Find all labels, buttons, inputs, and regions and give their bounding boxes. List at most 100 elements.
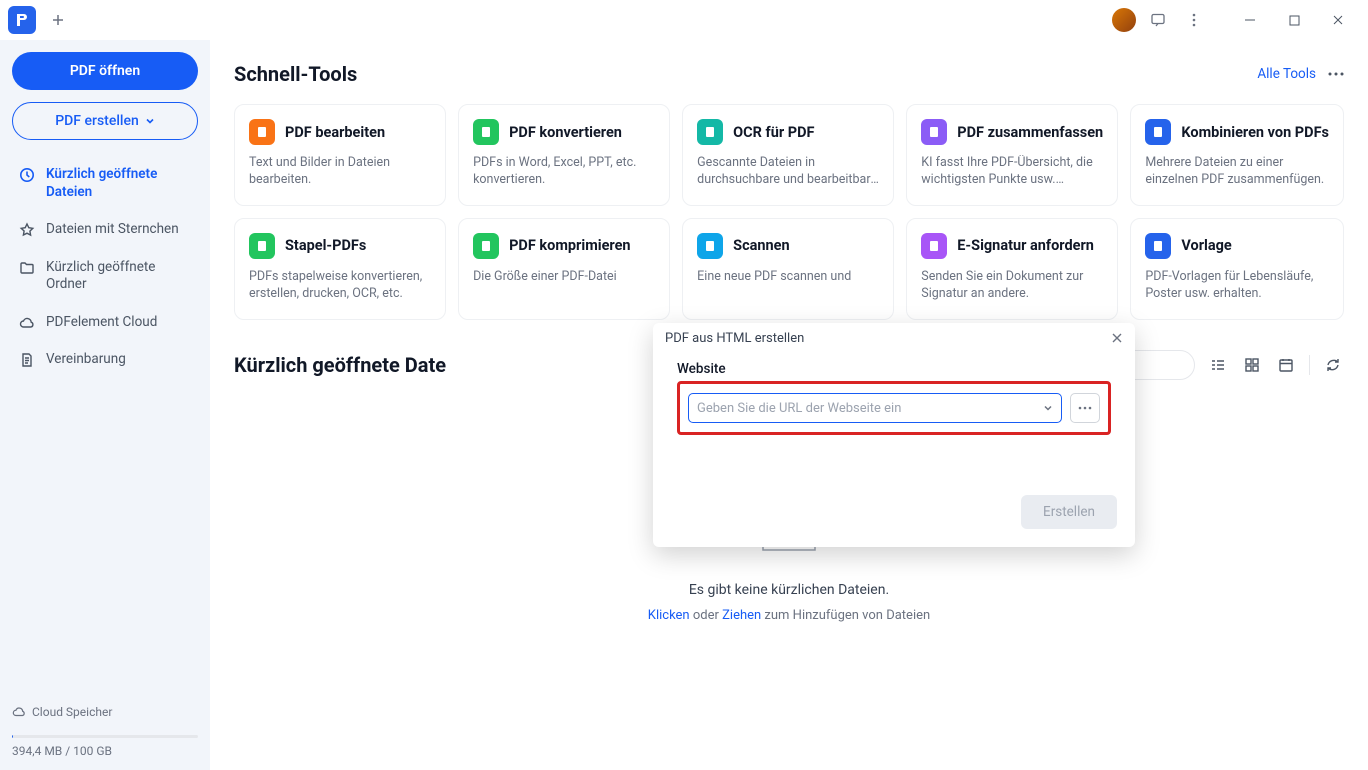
tool-card[interactable]: Stapel-PDFs PDFs stapelweise konvertiere… — [234, 218, 446, 320]
tool-desc: Text und Bilder in Dateien bearbeiten. — [249, 155, 431, 189]
create-button[interactable]: Erstellen — [1021, 495, 1117, 529]
chevron-down-icon[interactable] — [1043, 403, 1053, 413]
tool-icon — [697, 119, 723, 145]
quick-tools-heading: Schnell-Tools — [234, 62, 357, 86]
tool-card[interactable]: Vorlage PDF-Vorlagen für Lebensläufe, Po… — [1130, 218, 1344, 320]
folder-icon — [18, 260, 36, 276]
tool-desc: Gescannte Dateien in durchsuchbare und b… — [697, 155, 879, 189]
dialog-title: PDF aus HTML erstellen — [665, 331, 804, 346]
chat-icon[interactable] — [1144, 6, 1172, 34]
tool-icon — [1145, 233, 1171, 259]
main-content: Schnell-Tools Alle Tools PDF bearbeiten … — [210, 40, 1368, 770]
more-icon[interactable] — [1328, 72, 1344, 76]
tool-card[interactable]: Scannen Eine neue PDF scannen und — [682, 218, 894, 320]
click-link[interactable]: Klicken — [648, 608, 690, 623]
tool-icon — [921, 233, 947, 259]
tool-card[interactable]: PDF zusammenfassen KI fasst Ihre PDF-Übe… — [906, 104, 1118, 206]
tool-desc: KI fasst Ihre PDF-Übersicht, die wichtig… — [921, 155, 1103, 189]
create-pdf-from-html-dialog: PDF aus HTML erstellen Website Erstellen — [653, 323, 1135, 547]
tool-icon — [249, 119, 275, 145]
list-view-icon[interactable] — [1207, 354, 1229, 376]
nav-label: PDFelement Cloud — [46, 314, 157, 332]
new-tab-button[interactable] — [44, 6, 72, 34]
calendar-icon[interactable] — [1275, 354, 1297, 376]
tool-card[interactable]: PDF konvertieren PDFs in Word, Excel, PP… — [458, 104, 670, 206]
separator — [1309, 355, 1310, 375]
tool-title: E-Signatur anfordern — [957, 237, 1094, 254]
url-input-wrap[interactable] — [688, 393, 1062, 423]
nav-agreement[interactable]: Vereinbarung — [12, 341, 198, 379]
dialog-close-button[interactable] — [1111, 332, 1123, 344]
tool-card[interactable]: E-Signatur anfordern Senden Sie ein Doku… — [906, 218, 1118, 320]
cloud-icon — [18, 315, 36, 331]
tool-title: Vorlage — [1181, 237, 1231, 254]
nav-recent-folders[interactable]: Kürzlich geöffnete Ordner — [12, 249, 198, 304]
all-tools-link[interactable]: Alle Tools — [1257, 66, 1316, 82]
tool-title: OCR für PDF — [733, 124, 814, 141]
nav-cloud[interactable]: PDFelement Cloud — [12, 304, 198, 342]
tool-desc: Eine neue PDF scannen und — [697, 269, 879, 286]
sidebar-nav: Kürzlich geöffnete Dateien Dateien mit S… — [12, 156, 198, 693]
window-close[interactable] — [1316, 4, 1360, 36]
nav-starred-files[interactable]: Dateien mit Sternchen — [12, 211, 198, 249]
brand-logo — [8, 6, 36, 34]
storage-text: 394,4 MB / 100 GB — [12, 744, 198, 758]
tool-desc: Die Größe einer PDF-Datei — [473, 269, 655, 286]
tool-desc: Mehrere Dateien zu einer einzelnen PDF z… — [1145, 155, 1329, 189]
nav-recent-files[interactable]: Kürzlich geöffnete Dateien — [12, 156, 198, 211]
tool-icon — [249, 233, 275, 259]
cloud-label: Cloud Speicher — [32, 705, 112, 719]
tool-icon — [697, 233, 723, 259]
nav-label: Kürzlich geöffnete Ordner — [46, 259, 192, 294]
tool-title: PDF konvertieren — [509, 124, 622, 141]
sidebar: PDF öffnen PDF erstellen Kürzlich geöffn… — [0, 40, 210, 770]
more-options-button[interactable] — [1070, 393, 1100, 423]
tool-desc: Senden Sie ein Dokument zur Signatur an … — [921, 269, 1103, 303]
cloud-storage-link[interactable]: Cloud Speicher — [12, 705, 198, 719]
tool-icon — [921, 119, 947, 145]
cloud-icon — [12, 705, 26, 719]
grid-view-icon[interactable] — [1241, 354, 1263, 376]
kebab-menu-icon[interactable] — [1180, 6, 1208, 34]
tool-icon — [473, 233, 499, 259]
nav-label: Vereinbarung — [46, 351, 126, 369]
tool-title: Kombinieren von PDFs — [1181, 124, 1329, 141]
tool-card[interactable]: PDF komprimieren Die Größe einer PDF-Dat… — [458, 218, 670, 320]
tool-title: Stapel-PDFs — [285, 237, 366, 254]
nav-label: Kürzlich geöffnete Dateien — [46, 166, 192, 201]
tool-desc: PDF-Vorlagen für Lebensläufe, Poster usw… — [1145, 269, 1329, 303]
window-maximize[interactable] — [1272, 4, 1316, 36]
user-avatar[interactable] — [1112, 8, 1136, 32]
storage-bar — [12, 735, 198, 738]
tool-card[interactable]: Kombinieren von PDFs Mehrere Dateien zu … — [1130, 104, 1344, 206]
tool-grid: PDF bearbeiten Text und Bilder in Dateie… — [234, 104, 1344, 320]
url-input[interactable] — [697, 401, 1043, 416]
tool-icon — [473, 119, 499, 145]
create-pdf-label: PDF erstellen — [55, 113, 139, 129]
window-minimize[interactable] — [1228, 4, 1272, 36]
empty-subtext: Klicken oder Ziehen zum Hinzufügen von D… — [234, 608, 1344, 623]
highlighted-region — [677, 381, 1111, 435]
titlebar — [0, 0, 1368, 40]
tool-card[interactable]: PDF bearbeiten Text und Bilder in Dateie… — [234, 104, 446, 206]
tool-title: PDF komprimieren — [509, 237, 631, 254]
sync-icon[interactable] — [1322, 354, 1344, 376]
sidebar-footer: Cloud Speicher 394,4 MB / 100 GB — [12, 693, 198, 758]
tool-title: Scannen — [733, 237, 789, 254]
tool-title: PDF bearbeiten — [285, 124, 385, 141]
document-icon — [18, 352, 36, 368]
recent-files-heading: Kürzlich geöffnete Date — [234, 353, 446, 377]
drag-link[interactable]: Ziehen — [722, 608, 761, 623]
tool-desc: PDFs stapelweise konvertieren, erstellen… — [249, 269, 431, 303]
tool-card[interactable]: OCR für PDF Gescannte Dateien in durchsu… — [682, 104, 894, 206]
open-pdf-button[interactable]: PDF öffnen — [12, 52, 198, 90]
tool-icon — [1145, 119, 1171, 145]
create-pdf-button[interactable]: PDF erstellen — [12, 102, 198, 140]
website-field-label: Website — [677, 361, 1111, 377]
clock-icon — [18, 167, 36, 183]
tool-desc: PDFs in Word, Excel, PPT, etc. konvertie… — [473, 155, 655, 189]
tool-title: PDF zusammenfassen — [957, 124, 1103, 141]
star-icon — [18, 222, 36, 238]
nav-label: Dateien mit Sternchen — [46, 221, 179, 239]
chevron-down-icon — [145, 116, 155, 126]
